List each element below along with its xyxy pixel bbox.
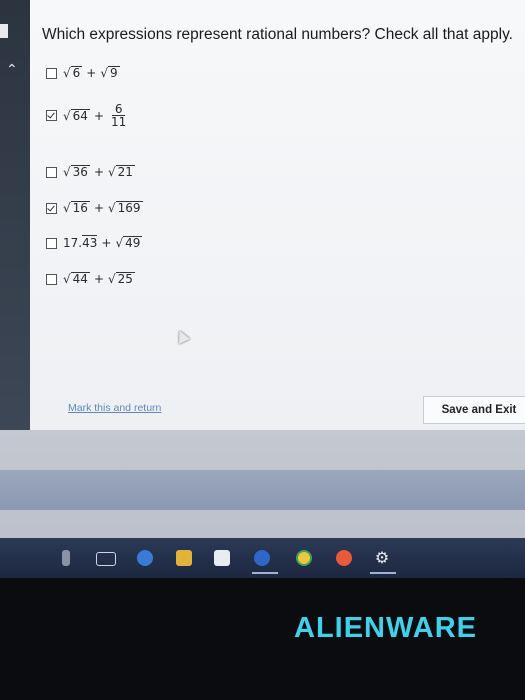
option-5-checkbox[interactable]: [46, 237, 57, 249]
option-6[interactable]: √ 44 + √ 25: [46, 272, 135, 286]
radical-6a: √ 44: [63, 272, 90, 286]
radical-5b: √ 49: [115, 236, 143, 250]
store-icon[interactable]: [214, 550, 230, 566]
mouse-cursor-icon: [174, 328, 190, 344]
fraction-2: 6 11: [111, 102, 127, 129]
radical-3a: √ 36: [63, 165, 90, 179]
cortana-icon[interactable]: [137, 550, 153, 566]
screen: ⌃ Which expressions represent rational n…: [0, 0, 525, 578]
option-5[interactable]: 17.43 + √ 49: [46, 235, 143, 250]
option-3-checkbox[interactable]: [46, 166, 57, 178]
radical-3b: √ 21: [108, 165, 135, 179]
radical-1b: √ 9: [100, 66, 120, 80]
option-4-checkbox[interactable]: [46, 202, 57, 214]
sidebar-tab[interactable]: [0, 24, 8, 38]
option-3[interactable]: √ 36 + √ 21: [46, 165, 135, 179]
desktop-background: [0, 470, 525, 510]
settings-icon[interactable]: ⚙: [374, 550, 390, 566]
option-2-checkbox[interactable]: [46, 110, 57, 121]
option-6-checkbox[interactable]: [46, 273, 57, 285]
taskbar: ⚙: [0, 538, 525, 578]
steam-icon[interactable]: [254, 550, 270, 566]
file-explorer-icon[interactable]: [176, 550, 192, 566]
radical-2a: √ 64: [63, 108, 90, 123]
option-1[interactable]: √ 6 + √ 9: [46, 66, 120, 80]
option-4[interactable]: √ 16 + √ 169: [46, 201, 143, 215]
save-and-exit-button[interactable]: Save and Exit: [423, 396, 525, 424]
active-app-indicator: [370, 572, 396, 574]
repeating-decimal-5: 17.43: [63, 235, 98, 250]
mark-and-return-link[interactable]: Mark this and return: [68, 402, 161, 414]
radical-6b: √ 25: [108, 272, 135, 286]
microphone-icon[interactable]: [62, 550, 70, 566]
left-sidebar: ⌃: [0, 0, 30, 430]
active-app-indicator: [252, 572, 278, 574]
option-2[interactable]: √ 64 + 6 11: [46, 103, 126, 128]
media-icon[interactable]: [336, 550, 352, 566]
option-1-checkbox[interactable]: [46, 67, 57, 79]
task-view-icon[interactable]: [96, 552, 116, 566]
brand-logo: ALIENWARE: [294, 612, 477, 644]
radical-4a: √ 16: [63, 201, 90, 215]
radical-4b: √ 169: [108, 201, 143, 215]
question-text: Which expressions represent rational num…: [42, 26, 513, 43]
radical-1a: √ 6: [63, 66, 83, 80]
collapse-chevron-icon[interactable]: ⌃: [6, 62, 18, 78]
chrome-icon[interactable]: [296, 550, 312, 566]
question-panel: Which expressions represent rational num…: [30, 0, 525, 430]
